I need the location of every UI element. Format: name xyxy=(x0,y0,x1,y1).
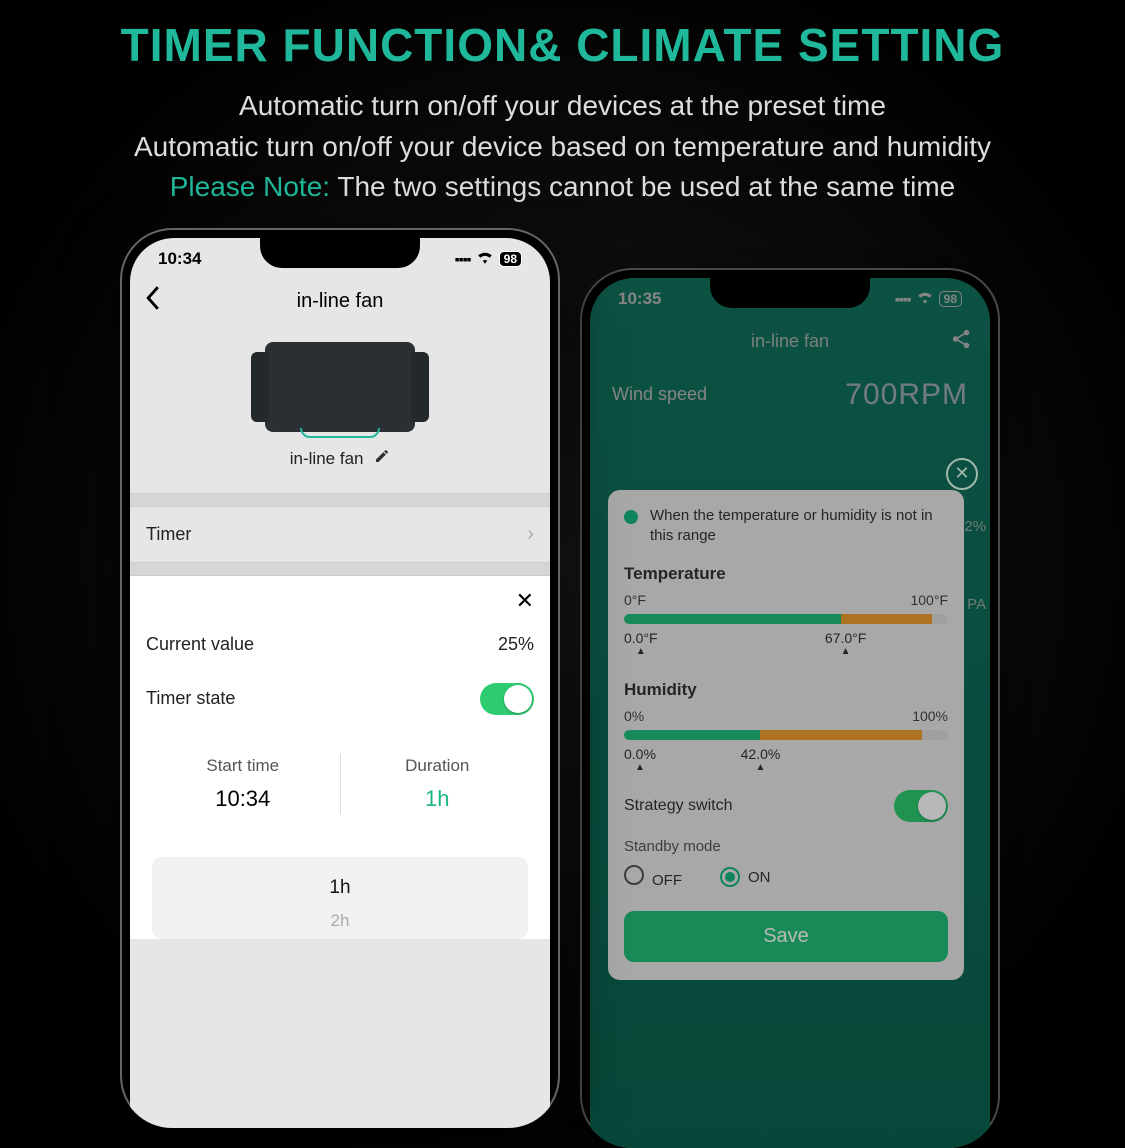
device-image xyxy=(265,342,415,432)
timer-state-toggle[interactable] xyxy=(480,683,534,715)
signal-icon: ▪▪▪▪ xyxy=(455,251,471,267)
close-icon[interactable]: ✕ xyxy=(516,588,534,614)
card-tip-text: When the temperature or humidity is not … xyxy=(650,506,948,547)
temp-max: 100°F xyxy=(910,592,948,608)
humidity-title: Humidity xyxy=(624,680,948,700)
back-button[interactable] xyxy=(144,286,162,317)
standby-label: Standby mode xyxy=(624,838,948,855)
page-subtitle: Automatic turn on/off your devices at th… xyxy=(0,86,1125,208)
phone-notch xyxy=(260,238,420,268)
phone-notch xyxy=(710,278,870,308)
climate-card: When the temperature or humidity is not … xyxy=(608,490,964,981)
duration-picker[interactable]: 1h 2h xyxy=(152,857,528,939)
picker-option-selected[interactable]: 1h xyxy=(152,869,528,907)
temperature-title: Temperature xyxy=(624,564,948,584)
temp-range-green xyxy=(624,614,841,624)
timer-label: Timer xyxy=(146,524,191,545)
divider xyxy=(130,493,550,507)
timer-row[interactable]: Timer › xyxy=(130,507,550,562)
status-icons: ▪▪▪▪ 98 xyxy=(455,249,522,269)
info-dot-icon xyxy=(624,510,638,524)
note-label: Please Note: xyxy=(170,171,330,202)
save-button[interactable]: Save xyxy=(624,911,948,962)
wifi-icon xyxy=(476,249,494,269)
temperature-slider[interactable] xyxy=(624,614,948,624)
phone-timer: 10:34 ▪▪▪▪ 98 in-line fan in-line fan xyxy=(120,228,560,1128)
standby-on-text: ON xyxy=(748,869,771,886)
phone-climate: 10:35 ▪▪▪▪ 98 in-line fan Wind speed xyxy=(580,268,1000,1148)
close-icon[interactable]: ✕ xyxy=(946,458,978,490)
temp-high-value: 67.0°F xyxy=(825,630,866,646)
hum-range-orange xyxy=(760,730,922,740)
hum-min: 0% xyxy=(624,708,644,724)
standby-off-radio[interactable]: OFF xyxy=(624,865,682,889)
hum-range-green xyxy=(624,730,760,740)
device-name: in-line fan xyxy=(290,449,364,468)
status-time: 10:34 xyxy=(158,249,201,269)
sub-line-3: Please Note: The two settings cannot be … xyxy=(0,167,1125,208)
picker-option[interactable]: 2h xyxy=(152,907,528,935)
timer-state-label: Timer state xyxy=(146,688,235,709)
current-value-label: Current value xyxy=(146,634,254,655)
timer-panel: ✕ Current value 25% Timer state Start ti… xyxy=(130,576,550,939)
current-value: 25% xyxy=(498,634,534,655)
hum-high-value: 42.0% xyxy=(741,746,781,762)
hum-max: 100% xyxy=(912,708,948,724)
sub-line-1: Automatic turn on/off your devices at th… xyxy=(0,86,1125,127)
start-time-value: 10:34 xyxy=(146,786,340,812)
humidity-slider[interactable] xyxy=(624,730,948,740)
start-time-column[interactable]: Start time 10:34 xyxy=(146,739,340,829)
strategy-label: Strategy switch xyxy=(624,797,732,815)
sub-line-2: Automatic turn on/off your device based … xyxy=(0,127,1125,168)
standby-on-radio[interactable]: ON xyxy=(720,867,771,887)
duration-label: Duration xyxy=(341,756,535,776)
edit-icon[interactable] xyxy=(374,449,390,468)
page-title: TIMER FUNCTION& CLIMATE SETTING xyxy=(0,18,1125,72)
screen-title: in-line fan xyxy=(297,290,384,313)
strategy-toggle[interactable] xyxy=(894,790,948,822)
battery-icon: 98 xyxy=(499,251,522,267)
hum-low-value: 0.0% xyxy=(624,746,656,762)
temp-low-value: 0.0°F xyxy=(624,630,658,646)
temp-min: 0°F xyxy=(624,592,646,608)
chevron-right-icon: › xyxy=(527,523,534,546)
temp-range-orange xyxy=(841,614,932,624)
note-text: The two settings cannot be used at the s… xyxy=(330,171,955,202)
standby-off-text: OFF xyxy=(652,872,682,889)
divider xyxy=(130,562,550,576)
duration-column[interactable]: Duration 1h xyxy=(341,739,535,829)
start-time-label: Start time xyxy=(146,756,340,776)
duration-value: 1h xyxy=(341,786,535,812)
